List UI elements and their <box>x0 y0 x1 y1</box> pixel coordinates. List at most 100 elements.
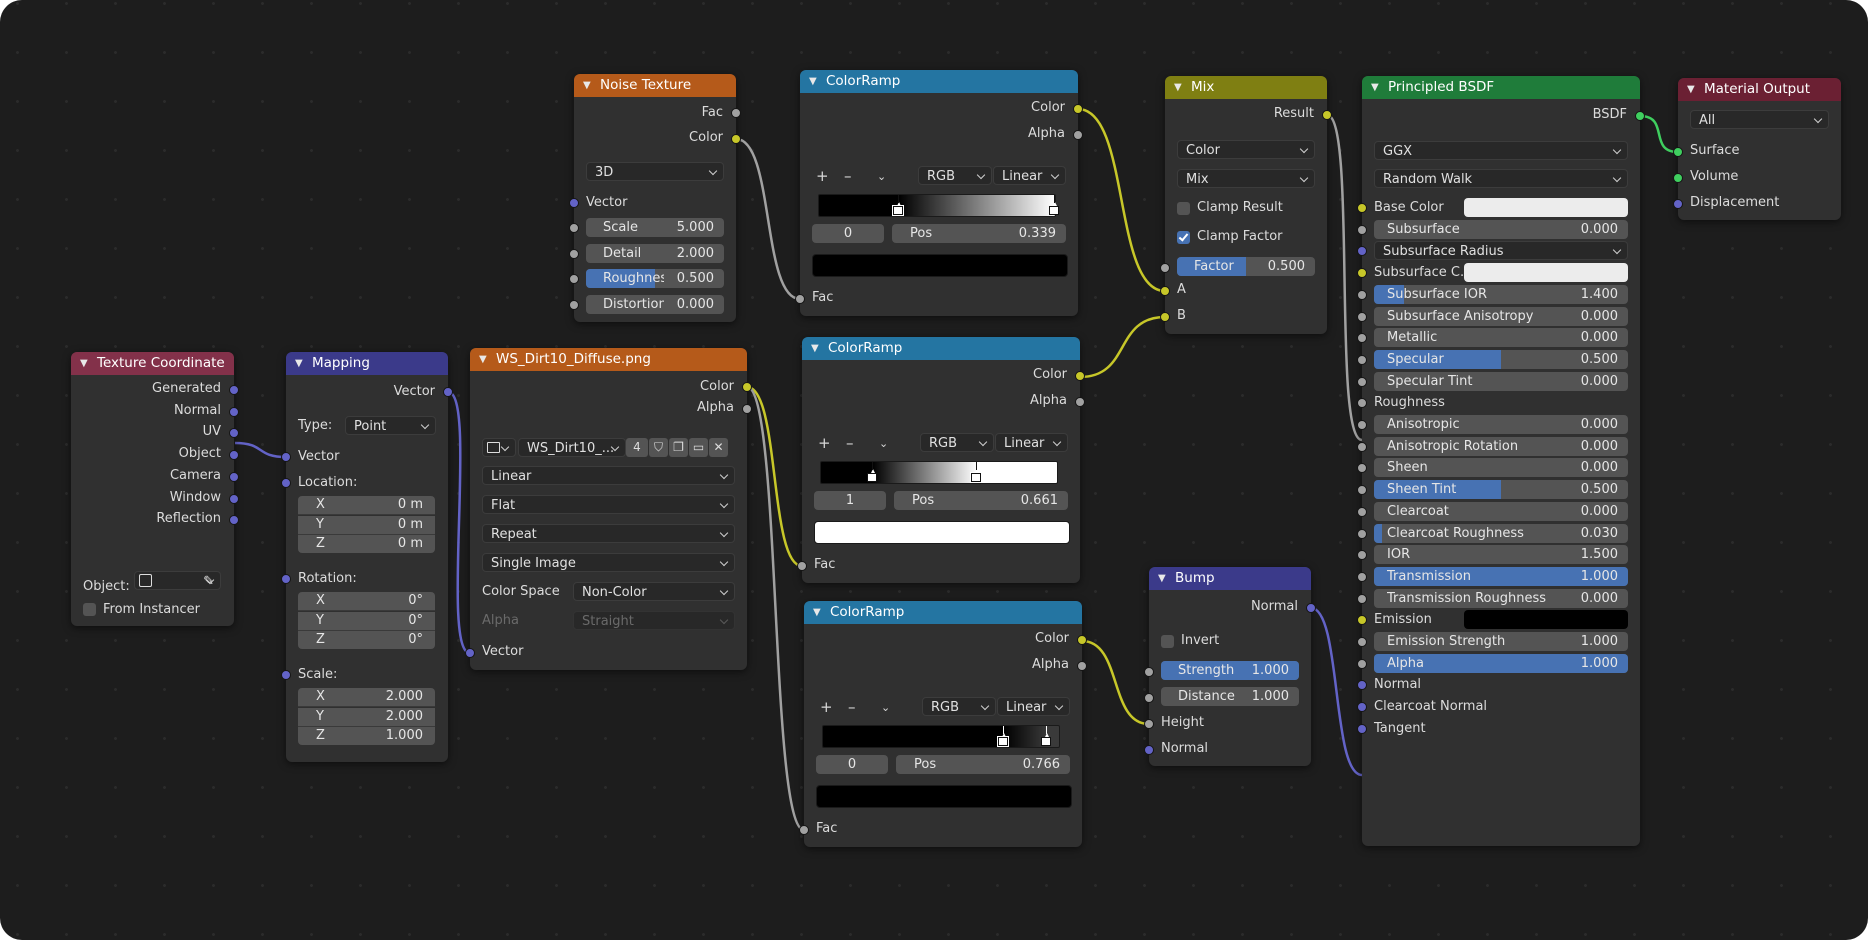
node-colorramp-2[interactable]: ▼ ColorRamp Color Alpha + – ⌄ RGB Linear 1 Pos 0.66… <box>797 337 1085 583</box>
metallic-slider[interactable]: Metallic 0.000 <box>1374 328 1628 348</box>
socket-in-displacement[interactable] <box>1673 199 1683 209</box>
clamp-factor-checkbox[interactable] <box>1177 231 1190 244</box>
collapse-chevron-icon[interactable]: ▼ <box>1174 76 1182 99</box>
socket-in-roughness[interactable] <box>1357 398 1367 409</box>
subsurface-slider[interactable]: Subsurface 0.000 <box>1374 219 1628 239</box>
socket-in-anisotropic[interactable] <box>1357 420 1367 430</box>
interpolation-dropdown[interactable]: Linear <box>482 466 735 485</box>
transmission-roughness-slider[interactable]: Transmission Roughness 0.000 <box>1374 588 1628 608</box>
color-ramp-gradient[interactable] <box>818 194 1056 217</box>
socket-out-result[interactable] <box>1322 110 1332 120</box>
clearcoat-slider[interactable]: Clearcoat 0.000 <box>1374 501 1628 521</box>
socket-in-subsurface[interactable] <box>1357 224 1367 235</box>
clearcoat-roughness-slider[interactable]: Clearcoat Roughness 0.030 <box>1374 523 1628 543</box>
eyedropper-icon[interactable]: ✎ <box>203 572 214 589</box>
socket-out-generated[interactable] <box>229 385 239 395</box>
factor-slider[interactable]: Factor 0.500 <box>1177 257 1315 276</box>
color-stop-2[interactable] <box>969 462 982 483</box>
collapse-chevron-icon[interactable]: ▼ <box>1687 78 1695 101</box>
distribution-dropdown[interactable]: GGX <box>1374 141 1628 160</box>
emission-strength-slider[interactable]: Emission Strength 1.000 <box>1374 632 1628 651</box>
sheen-tint-slider[interactable]: Sheen Tint 0.500 <box>1374 480 1628 500</box>
socket-out-color[interactable] <box>1073 104 1083 114</box>
socket-in-vector[interactable] <box>569 198 579 208</box>
socket-out-alpha[interactable] <box>1077 661 1087 671</box>
socket-in-anisotropic-rotation[interactable] <box>1357 441 1367 452</box>
mapping-type-dropdown[interactable]: Point <box>345 416 436 435</box>
node-header[interactable]: ▼ Mapping <box>286 352 448 375</box>
image-name-field[interactable]: WS_Dirt10_... <box>518 438 626 457</box>
node-colorramp-3[interactable]: ▼ ColorRamp Color Alpha + – ⌄ RGB Linear 0 Pos 0.76… <box>799 601 1087 847</box>
node-link-11[interactable] <box>1639 114 1679 154</box>
socket-in-subsurface-anisotropy[interactable] <box>1357 311 1367 322</box>
remove-stop-icon[interactable]: – <box>848 699 856 715</box>
distance-slider[interactable]: Distance 1.000 <box>1161 687 1299 706</box>
target-dropdown[interactable]: All <box>1690 110 1829 129</box>
node-header[interactable]: ▼ Mix <box>1165 76 1327 99</box>
socket-in-alpha[interactable] <box>1357 658 1367 669</box>
color-ramp-gradient[interactable] <box>822 725 1060 748</box>
detail-slider[interactable]: Detail 2.000 <box>586 243 724 263</box>
ior-slider[interactable]: IOR 1.500 <box>1374 545 1628 565</box>
socket-in-fac[interactable] <box>797 561 807 571</box>
socket-in-specular-tint[interactable] <box>1357 376 1367 387</box>
stop-color-swatch[interactable] <box>814 521 1070 544</box>
chevron-down-icon[interactable]: ⌄ <box>879 436 888 452</box>
rot-z-field[interactable]: Z 0° <box>298 631 435 649</box>
socket-in-subsurface-radius[interactable] <box>1357 246 1367 257</box>
socket-in-fac[interactable] <box>795 294 805 304</box>
blend-mode-dropdown[interactable]: Mix <box>1177 169 1315 188</box>
add-stop-icon[interactable]: + <box>820 699 833 715</box>
socket-in-distortion[interactable] <box>569 299 579 310</box>
color-mode-dropdown[interactable]: RGB <box>918 166 992 185</box>
loc-z-field[interactable]: Z 0 m <box>298 535 435 553</box>
collapse-chevron-icon[interactable]: ▼ <box>479 348 487 371</box>
socket-in-ior[interactable] <box>1357 550 1367 561</box>
socket-in-volume[interactable] <box>1673 173 1683 183</box>
socket-out-normal[interactable] <box>1306 603 1316 613</box>
subsurface-radius-dropdown[interactable]: Subsurface Radius <box>1374 241 1628 261</box>
socket-out-camera[interactable] <box>229 471 239 482</box>
color-stop-1[interactable] <box>892 195 904 216</box>
collapse-chevron-icon[interactable]: ▼ <box>295 352 303 375</box>
color-stop-2[interactable] <box>1049 195 1059 215</box>
socket-in-normal[interactable] <box>1357 680 1367 691</box>
socket-in-clearcoat[interactable] <box>1357 506 1367 517</box>
node-colorramp-1[interactable]: ▼ ColorRamp Color Alpha + – ⌄ RGB Linear 0 Pos 0.33… <box>795 70 1083 316</box>
scl-y-field[interactable]: Y 2.000 <box>298 707 435 727</box>
socket-in-transmission[interactable] <box>1357 571 1367 582</box>
node-link-10[interactable] <box>1310 606 1363 777</box>
socket-in-clearcoat-normal[interactable] <box>1357 702 1367 713</box>
socket-in-metallic[interactable] <box>1357 333 1367 344</box>
node-link-3[interactable] <box>735 137 801 301</box>
socket-in-fac[interactable] <box>799 825 809 835</box>
socket-in-emission-strength[interactable] <box>1357 637 1367 647</box>
stop-color-swatch[interactable] <box>816 785 1072 808</box>
collapse-chevron-icon[interactable]: ▼ <box>1158 567 1166 590</box>
node-header[interactable]: ▼ Noise Texture <box>574 74 736 97</box>
rot-x-field[interactable]: X 0° <box>298 592 435 611</box>
subsurface-method-dropdown[interactable]: Random Walk <box>1374 169 1628 188</box>
collapse-chevron-icon[interactable]: ▼ <box>811 337 819 360</box>
node-header[interactable]: ▼ Bump <box>1149 567 1311 590</box>
socket-out-bsdf[interactable] <box>1635 111 1645 121</box>
socket-in-a[interactable] <box>1160 286 1170 296</box>
stop-position-field[interactable]: Pos 0.661 <box>894 491 1068 510</box>
emission-swatch[interactable] <box>1464 610 1628 630</box>
node-material-output[interactable]: ▼ Material Output All Surface Volume Disp… <box>1673 78 1841 220</box>
distortion-slider[interactable]: Distortion 0.000 <box>586 294 724 314</box>
chevron-down-icon[interactable]: ⌄ <box>877 169 886 185</box>
remove-stop-icon[interactable]: – <box>844 168 852 184</box>
node-header[interactable]: ▼ ColorRamp <box>800 70 1078 93</box>
users-count[interactable]: 4 <box>626 438 648 457</box>
scl-z-field[interactable]: Z 1.000 <box>298 727 435 745</box>
rot-y-field[interactable]: Y 0° <box>298 611 435 631</box>
color-space-dropdown[interactable]: Non-Color <box>573 582 735 601</box>
socket-out-alpha[interactable] <box>1075 397 1085 407</box>
socket-in-sheen[interactable] <box>1357 463 1367 474</box>
from-instancer-checkbox[interactable] <box>83 603 96 616</box>
node-header[interactable]: ▼ ColorRamp <box>802 337 1080 360</box>
collapse-chevron-icon[interactable]: ▼ <box>809 70 817 93</box>
node-mix[interactable]: ▼ Mix Result Color Mix Clamp Result Clamp… <box>1160 76 1332 334</box>
interpolation-dropdown[interactable]: Linear <box>995 433 1068 452</box>
